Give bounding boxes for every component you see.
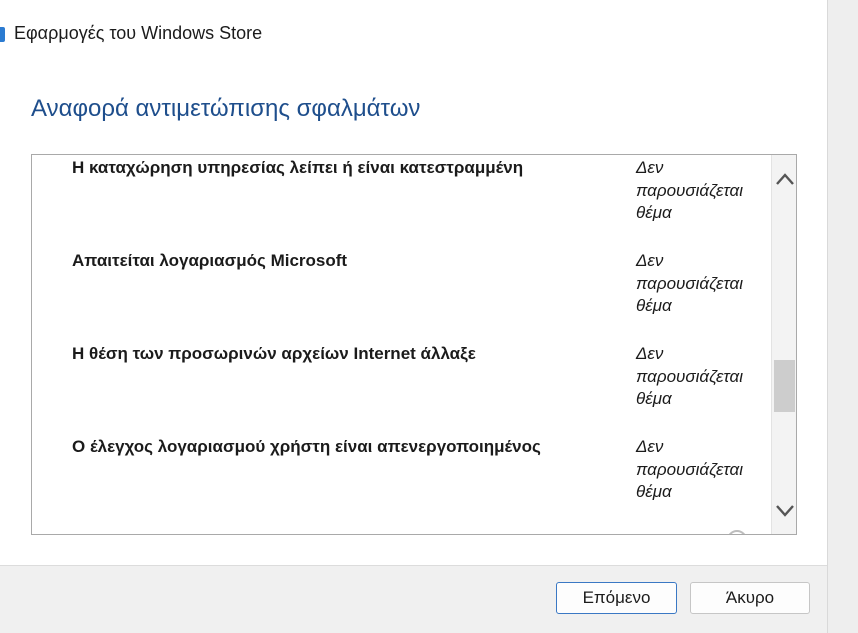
- issue-name: Η καταχώρηση υπηρεσίας λείπει ή είναι κα…: [72, 158, 524, 177]
- list-item: Ο έλεγχος λογαριασμού χρήστη είναι απενε…: [72, 436, 772, 526]
- window-title: Εφαρμογές του Windows Store: [14, 23, 263, 43]
- scroll-up-button[interactable]: [772, 165, 796, 193]
- issue-status-line: παρουσιάζεται: [636, 366, 744, 386]
- issue-status-line: θέμα: [636, 482, 672, 501]
- issue-status: Δεν παρουσιάζεται θέμα: [636, 436, 776, 504]
- issue-status-line: Δεν: [636, 251, 664, 270]
- list-item: Απαιτείται λογαριασμός Microsoft Δεν παρ…: [72, 250, 772, 340]
- issue-name: Ο έλεγχος λογαριασμού χρήστη είναι απενε…: [72, 437, 541, 456]
- chevron-down-icon: [776, 505, 794, 517]
- next-button[interactable]: Επόμενο: [556, 582, 677, 614]
- dialog-footer: Επόμενο Άκυρο: [0, 565, 827, 633]
- issue-status-line: Δεν: [636, 344, 664, 363]
- cancel-button[interactable]: Άκυρο: [690, 582, 810, 614]
- list-item: Η θέση των προσωρινών αρχείων Internet ά…: [72, 343, 772, 433]
- scroll-down-button[interactable]: [772, 497, 796, 525]
- issue-status: Δεν παρουσιάζεται θέμα: [636, 250, 776, 318]
- page-heading: Αναφορά αντιμετώπισης σφαλμάτων: [31, 95, 421, 122]
- issue-status: Δεν παρουσιάζεται θέμα: [636, 157, 776, 225]
- issue-status-line: παρουσιάζεται: [636, 180, 744, 200]
- issue-status-line: παρουσιάζεται: [636, 459, 744, 479]
- app-icon: [0, 27, 5, 42]
- background-window-edge: [827, 0, 858, 633]
- issue-status-line: θέμα: [636, 389, 672, 408]
- title-bar: Εφαρμογές του Windows Store: [0, 0, 827, 70]
- issues-list[interactable]: Η καταχώρηση υπηρεσίας λείπει ή είναι κα…: [31, 154, 797, 535]
- chevron-up-icon: [776, 173, 794, 185]
- issue-status-line: θέμα: [636, 296, 672, 315]
- list-item: Η καταχώρηση υπηρεσίας λείπει ή είναι κα…: [72, 157, 772, 247]
- vertical-scrollbar[interactable]: [771, 155, 796, 534]
- issue-status-line: Δεν: [636, 437, 664, 456]
- issue-status-line: θέμα: [636, 203, 672, 222]
- issue-status-line: Δεν: [636, 158, 664, 177]
- issue-name: Απαιτείται λογαριασμός Microsoft: [72, 251, 348, 270]
- issue-name: Η θέση των προσωρινών αρχείων Internet ά…: [72, 344, 476, 363]
- scroll-thumb[interactable]: [774, 360, 795, 412]
- issue-status-line: παρουσιάζεται: [636, 273, 744, 293]
- issue-status: Δεν παρουσιάζεται θέμα: [636, 343, 776, 411]
- cut-off-status-icon: [727, 530, 747, 534]
